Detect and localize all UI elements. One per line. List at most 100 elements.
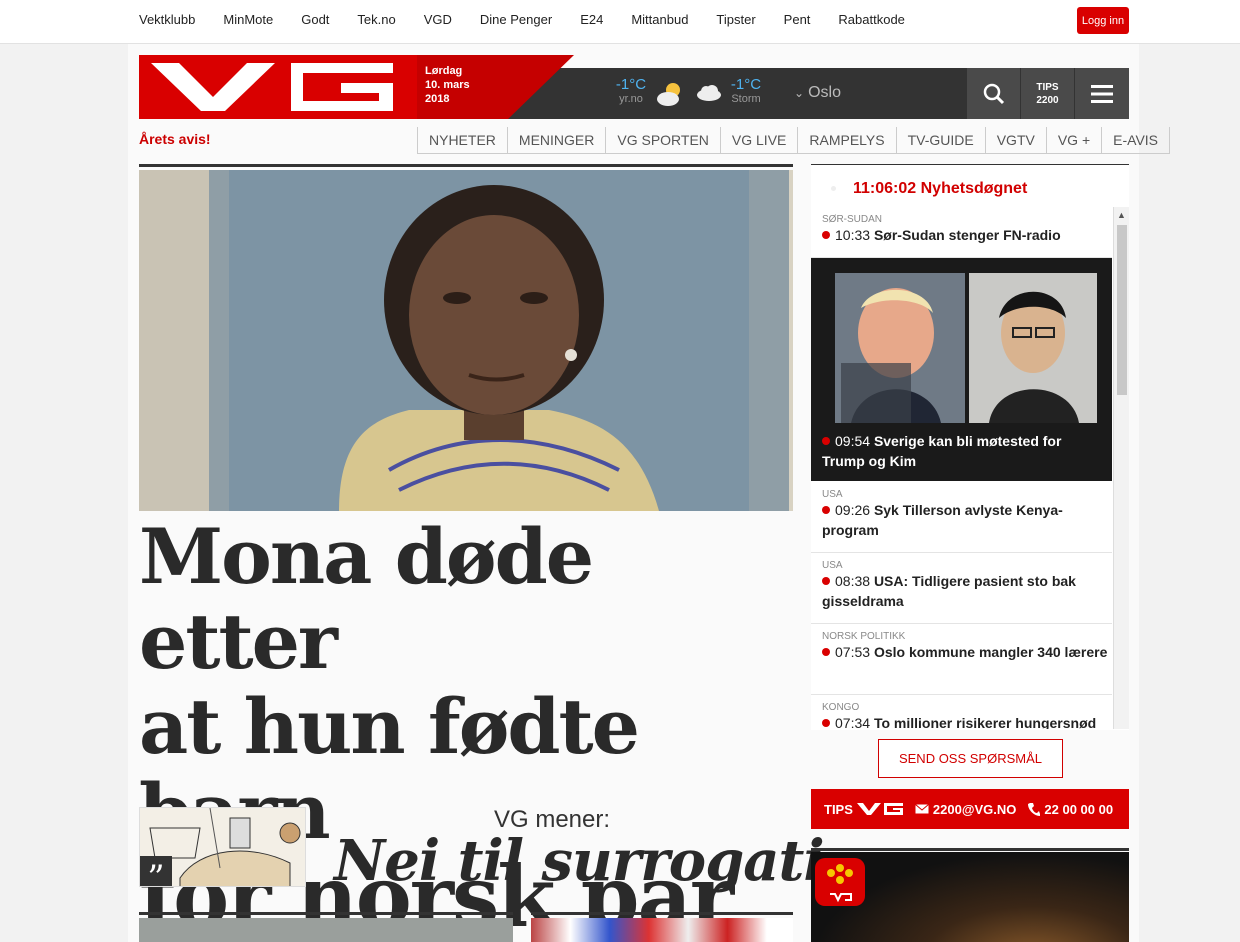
link-mittanbud[interactable]: Mittanbud bbox=[631, 12, 688, 27]
live-dot-icon bbox=[822, 231, 830, 239]
main-nav: NYHETER MENINGER VG SPORTEN VG LIVE RAMP… bbox=[417, 127, 1171, 154]
feed-time: 07:34 bbox=[835, 715, 871, 729]
partner-links: Vektklubb MinMote Godt Tek.no VGD Dine P… bbox=[139, 12, 933, 27]
chevron-down-icon: ⌄ bbox=[794, 86, 805, 100]
feed-category: USA bbox=[822, 560, 843, 571]
tips-bar-label: TIPS bbox=[824, 801, 853, 817]
story-image[interactable] bbox=[531, 918, 793, 942]
link-e24[interactable]: E24 bbox=[580, 12, 603, 27]
weather-source: yr.no bbox=[619, 93, 643, 105]
ad-rule bbox=[811, 848, 1129, 851]
nav-vgtv[interactable]: VGTV bbox=[985, 127, 1047, 154]
live-dot-icon bbox=[822, 719, 830, 727]
tips-bar: TIPS 2200@VG.NO 22 00 00 00 bbox=[811, 789, 1129, 829]
story-rule bbox=[139, 912, 513, 915]
nav-tv-guide[interactable]: TV-GUIDE bbox=[896, 127, 986, 154]
weather-temp: -1°C bbox=[730, 76, 762, 93]
hamburger-icon bbox=[1091, 84, 1113, 103]
tips-number: 2200 bbox=[1036, 95, 1059, 106]
tips-brand: TIPS bbox=[824, 802, 903, 817]
scroll-up-icon[interactable]: ▲ bbox=[1117, 210, 1126, 220]
live-indicator bbox=[831, 186, 836, 191]
tips-button[interactable]: TIPS 2200 bbox=[1021, 68, 1074, 119]
tips-email-link[interactable]: 2200@VG.NO bbox=[915, 801, 1017, 817]
headline-line-1: Mona døde etter bbox=[139, 512, 594, 686]
send-question-button[interactable]: SEND OSS SPØRSMÅL bbox=[878, 739, 1063, 778]
feed-item[interactable]: SØR-SUDAN 10:33 Sør-Sudan stenger FN-rad… bbox=[811, 214, 1112, 258]
link-tekno[interactable]: Tek.no bbox=[357, 12, 395, 27]
search-icon bbox=[983, 83, 1004, 104]
dice-logo-icon[interactable] bbox=[815, 858, 865, 906]
feed-scrollbar[interactable]: ▲ bbox=[1113, 207, 1129, 729]
vg-small-logo bbox=[856, 803, 903, 815]
scrollbar-thumb[interactable] bbox=[1117, 225, 1127, 395]
date-year: 2018 bbox=[425, 93, 450, 105]
hero-image[interactable] bbox=[139, 170, 793, 511]
portrait-photo bbox=[139, 170, 793, 511]
feed-category: KONGO bbox=[822, 702, 860, 713]
nav-vg-sporten[interactable]: VG SPORTEN bbox=[606, 127, 721, 154]
feed-item-photo[interactable]: 09:54 Sverige kan bli møtested for Trump… bbox=[811, 258, 1112, 481]
feed-item[interactable]: NORSK POLITIKK 07:53 Oslo kommune mangle… bbox=[811, 631, 1112, 695]
nav-rampelys[interactable]: RAMPELYS bbox=[798, 127, 897, 154]
date-date: 10. mars bbox=[425, 79, 470, 91]
tips-phone: 22 00 00 00 bbox=[1044, 801, 1114, 817]
feed-item[interactable]: USA 09:26 Syk Tillerson avlyste Kenya-pr… bbox=[811, 489, 1112, 553]
link-vgd[interactable]: VGD bbox=[424, 12, 452, 27]
tips-label: TIPS bbox=[1036, 82, 1059, 93]
nav-vg-plus[interactable]: VG + bbox=[1046, 127, 1103, 154]
feed-category: NORSK POLITIKK bbox=[822, 631, 906, 642]
feed-time: 08:38 bbox=[835, 573, 871, 589]
city-name: Oslo bbox=[808, 84, 841, 101]
live-dot-icon bbox=[822, 506, 830, 514]
date-day: Lørdag bbox=[425, 65, 463, 77]
feed-time: 07:53 bbox=[835, 644, 871, 660]
tips-phone-link[interactable]: 22 00 00 00 bbox=[1028, 802, 1113, 817]
nav-vg-live[interactable]: VG LIVE bbox=[720, 127, 799, 154]
sun-cloud-icon bbox=[657, 83, 680, 106]
feed-time: 09:26 bbox=[835, 502, 871, 518]
live-dot-icon bbox=[822, 648, 830, 656]
weather-yr[interactable]: -1°C yr.no bbox=[612, 76, 650, 105]
phone-icon bbox=[1028, 802, 1041, 816]
feed-time: 09:54 bbox=[835, 433, 871, 449]
arets-avis-link[interactable]: Årets avis! bbox=[139, 131, 211, 147]
feed-caption: 09:54 Sverige kan bli møtested for Trump… bbox=[822, 431, 1107, 471]
live-dot-icon bbox=[822, 577, 830, 585]
opinion-illustration[interactable]: ” bbox=[139, 807, 306, 887]
search-button[interactable] bbox=[967, 68, 1020, 119]
opinion-title[interactable]: Nei til surrogati bbox=[334, 828, 825, 894]
link-tipster[interactable]: Tipster bbox=[716, 12, 755, 27]
story-rule bbox=[139, 164, 793, 167]
envelope-icon bbox=[915, 804, 929, 814]
login-button[interactable]: Logg inn bbox=[1077, 7, 1129, 34]
link-pent[interactable]: Pent bbox=[784, 12, 811, 27]
weather-storm[interactable]: -1°C Storm bbox=[728, 76, 764, 105]
story-rule bbox=[531, 912, 793, 915]
nav-e-avis[interactable]: E-AVIS bbox=[1102, 127, 1171, 154]
feed-category: USA bbox=[822, 489, 843, 500]
weather-temp: -1°C bbox=[615, 76, 647, 93]
feed-item[interactable]: KONGO 07:34 To millioner risikerer hunge… bbox=[811, 702, 1112, 729]
feed-category: SØR-SUDAN bbox=[822, 214, 883, 225]
nav-nyheter[interactable]: NYHETER bbox=[418, 127, 508, 154]
link-godt[interactable]: Godt bbox=[301, 12, 329, 27]
city-selector[interactable]: ⌄ Oslo bbox=[794, 84, 841, 102]
live-dot-icon bbox=[822, 437, 830, 445]
link-minmote[interactable]: MinMote bbox=[223, 12, 273, 27]
weather-source: Storm bbox=[731, 93, 761, 105]
link-rabattkode[interactable]: Rabattkode bbox=[838, 12, 905, 27]
nav-meninger[interactable]: MENINGER bbox=[507, 127, 607, 154]
link-dine-penger[interactable]: Dine Penger bbox=[480, 12, 552, 27]
link-vektklubb[interactable]: Vektklubb bbox=[139, 12, 195, 27]
top-bar: Vektklubb MinMote Godt Tek.no VGD Dine P… bbox=[0, 0, 1240, 44]
vg-logo[interactable] bbox=[139, 55, 417, 119]
feed-item[interactable]: USA 08:38 USA: Tidligere pasient sto bak… bbox=[811, 560, 1112, 624]
story-image[interactable] bbox=[139, 918, 513, 942]
feed-headline: Sør-Sudan stenger FN-radio bbox=[873, 227, 1061, 243]
news-feed-title: 11:06:02 Nyhetsdøgnet bbox=[853, 180, 1028, 197]
feed-time: 10:33 bbox=[835, 227, 871, 243]
menu-button[interactable] bbox=[1075, 68, 1129, 119]
feed-headline: Oslo kommune mangler 340 lærere bbox=[873, 644, 1108, 660]
tips-email: 2200@VG.NO bbox=[932, 801, 1017, 817]
